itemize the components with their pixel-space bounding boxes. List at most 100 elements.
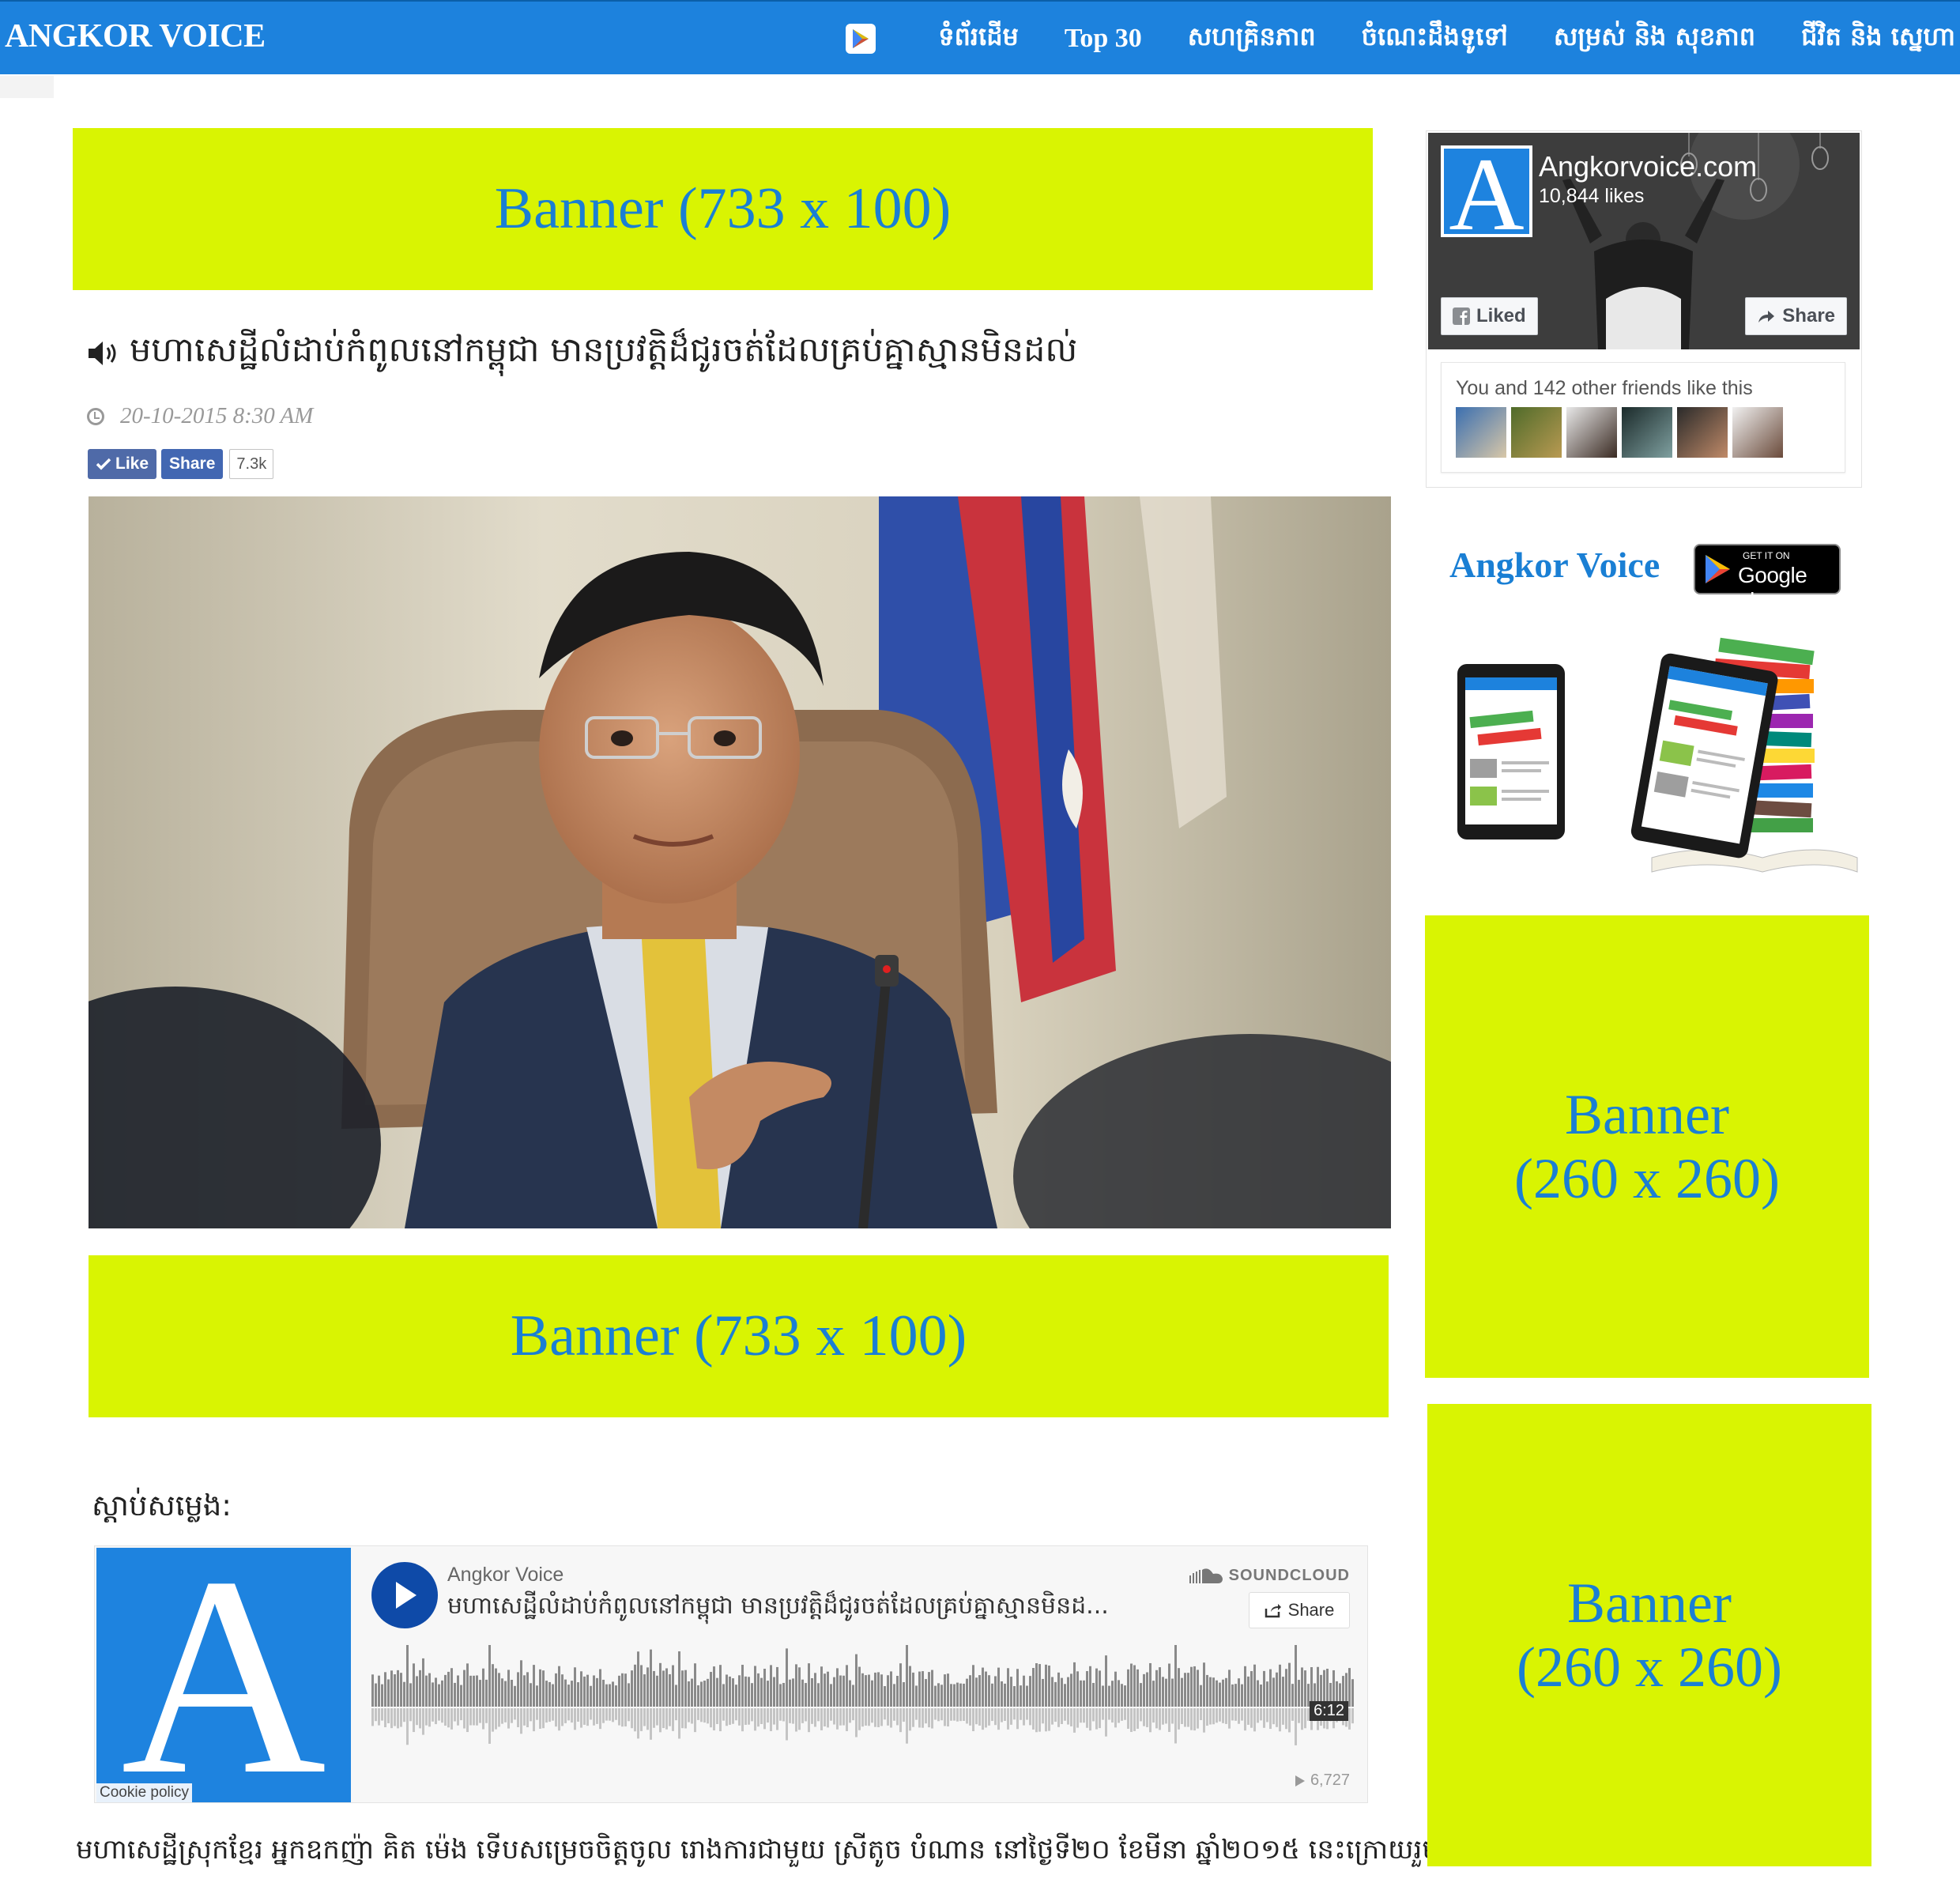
waveform-reflection-bar [1013,1708,1016,1720]
waveform-reflection-bar [1152,1708,1155,1723]
waveform-bar [1001,1681,1003,1707]
facebook-page-avatar[interactable]: A [1441,145,1532,237]
waveform-reflection-bar [830,1708,832,1721]
nav-item-general-knowledge[interactable]: ចំណេះដឹងទូទៅ [1362,21,1508,58]
waveform-reflection-bar [1234,1708,1237,1721]
waveform-bar [963,1683,965,1707]
banner-side-2[interactable]: Banner (260 x 260) [1427,1404,1871,1866]
waveform-reflection-bar [1247,1708,1250,1725]
friend-avatar[interactable] [1511,407,1562,458]
waveform-reflection-bar [517,1708,519,1727]
waveform-reflection-bar [495,1708,497,1730]
banner-top[interactable]: Banner (733 x 100) [73,128,1373,290]
waveform-bar [931,1670,933,1707]
waveform-bar [820,1666,823,1707]
nav-item-top30[interactable]: Top 30 [1065,24,1142,54]
waveform-reflection-bar [947,1708,949,1727]
facebook-cover[interactable]: A Angkorvoice.com 10,844 likes Liked Sha… [1428,133,1860,349]
facebook-liked-button[interactable]: Liked [1441,297,1538,335]
waveform-bar [558,1666,560,1707]
waveform-reflection-bar [713,1708,715,1730]
play-button[interactable] [371,1562,438,1628]
waveform-bar [485,1679,488,1707]
nav-item-life-love[interactable]: ជីវិត និង ស្នេហា [1801,21,1955,58]
waveform-bar [937,1683,940,1707]
waveform-bar [1174,1645,1177,1707]
liked-label: Liked [1476,305,1526,326]
friend-avatar[interactable] [1566,407,1617,458]
friend-avatar[interactable] [1456,407,1506,458]
google-play-badge[interactable]: GET IT ON Google play [1694,544,1841,613]
waveform-reflection-bar [770,1708,772,1731]
banner-mid[interactable]: Banner (733 x 100) [89,1255,1389,1417]
badge-big-text: Google play [1738,563,1807,613]
app-promo-title[interactable]: Angkor Voice [1449,544,1660,586]
waveform-reflection-bar [1241,1708,1243,1721]
waveform-bar [552,1684,554,1707]
facebook-page-share-button[interactable]: Share [1745,297,1847,335]
waveform-reflection-bar [669,1708,671,1726]
waveform-bar [1140,1683,1142,1707]
waveform-reflection-bar [808,1708,810,1733]
waveform-bar [684,1670,687,1707]
waveform-reflection-bar [530,1708,532,1722]
friends-avatars [1456,407,1788,458]
waveform-reflection-bar [409,1708,412,1722]
waveform-bar [1114,1671,1117,1707]
speaker-icon[interactable] [85,338,122,369]
soundcloud-brand[interactable]: SOUNDCLOUD [1189,1567,1350,1585]
waveform-bar [1023,1675,1025,1707]
friend-avatar[interactable] [1732,407,1783,458]
waveform-bar [956,1682,959,1707]
waveform-reflection-bar [564,1708,567,1723]
waveform-bar [1048,1665,1050,1707]
waveform-reflection-bar [526,1708,529,1727]
facebook-like-button[interactable]: Like [88,449,157,479]
track-user[interactable]: Angkor Voice [447,1564,564,1587]
waveform-bar [681,1670,684,1707]
waveform[interactable] [371,1645,1355,1748]
nav-item-home[interactable]: ទំព័រដើម [938,21,1019,58]
waveform-bar [567,1685,570,1707]
waveform-reflection-bar [1118,1708,1120,1723]
waveform-bar [991,1683,993,1707]
waveform-reflection-bar [504,1708,507,1722]
waveform-bar [397,1670,399,1707]
waveform-bar [447,1671,450,1707]
waveform-reflection-bar [1089,1708,1091,1731]
waveform-bar [555,1673,557,1707]
google-play-icon[interactable] [846,24,876,54]
facebook-page-name[interactable]: Angkorvoice.com [1539,150,1757,183]
waveform-reflection-bar [476,1708,478,1726]
waveform-bar [779,1684,782,1707]
friend-avatar[interactable] [1622,407,1672,458]
waveform-bar [1295,1645,1297,1707]
waveform-reflection-bar [390,1708,393,1729]
nav-item-entrepreneurship[interactable]: សហគ្រិនភាព [1188,21,1316,58]
waveform-bar [909,1666,911,1707]
nav-item-beauty-health[interactable]: សម្រស់ និង សុខភាព [1554,21,1755,58]
track-artwork[interactable]: A Cookie policy [96,1548,351,1802]
waveform-reflection-bar [956,1708,959,1722]
waveform-reflection-bar [444,1708,447,1726]
waveform-bar [906,1645,908,1707]
waveform-bar [650,1649,652,1707]
waveform-reflection-bar [463,1708,466,1729]
waveform-reflection-bar [1295,1708,1297,1745]
track-title[interactable]: មហាសេដ្ឋីលំដាប់កំពូលនៅកម្ពុជា មានប្រវត្ត… [447,1590,1109,1625]
waveform-reflection-bar [460,1708,462,1721]
waveform-bar [416,1676,418,1707]
facebook-share-button[interactable]: Share [161,449,224,479]
soundcloud-share-button[interactable]: Share [1249,1592,1350,1628]
waveform-bar [533,1665,535,1707]
waveform-reflection-bar [1279,1708,1281,1732]
waveform-reflection-bar [884,1708,886,1720]
waveform-bar [833,1677,835,1707]
banner-side-1[interactable]: Banner (260 x 260) [1425,915,1869,1378]
friend-avatar[interactable] [1677,407,1728,458]
waveform-reflection-bar [729,1708,731,1725]
site-logo[interactable]: ANGKOR VOICE [5,17,266,55]
cookie-policy-link[interactable]: Cookie policy [96,1783,192,1802]
waveform-reflection-bar [1114,1708,1117,1728]
waveform-reflection-bar [523,1708,526,1726]
